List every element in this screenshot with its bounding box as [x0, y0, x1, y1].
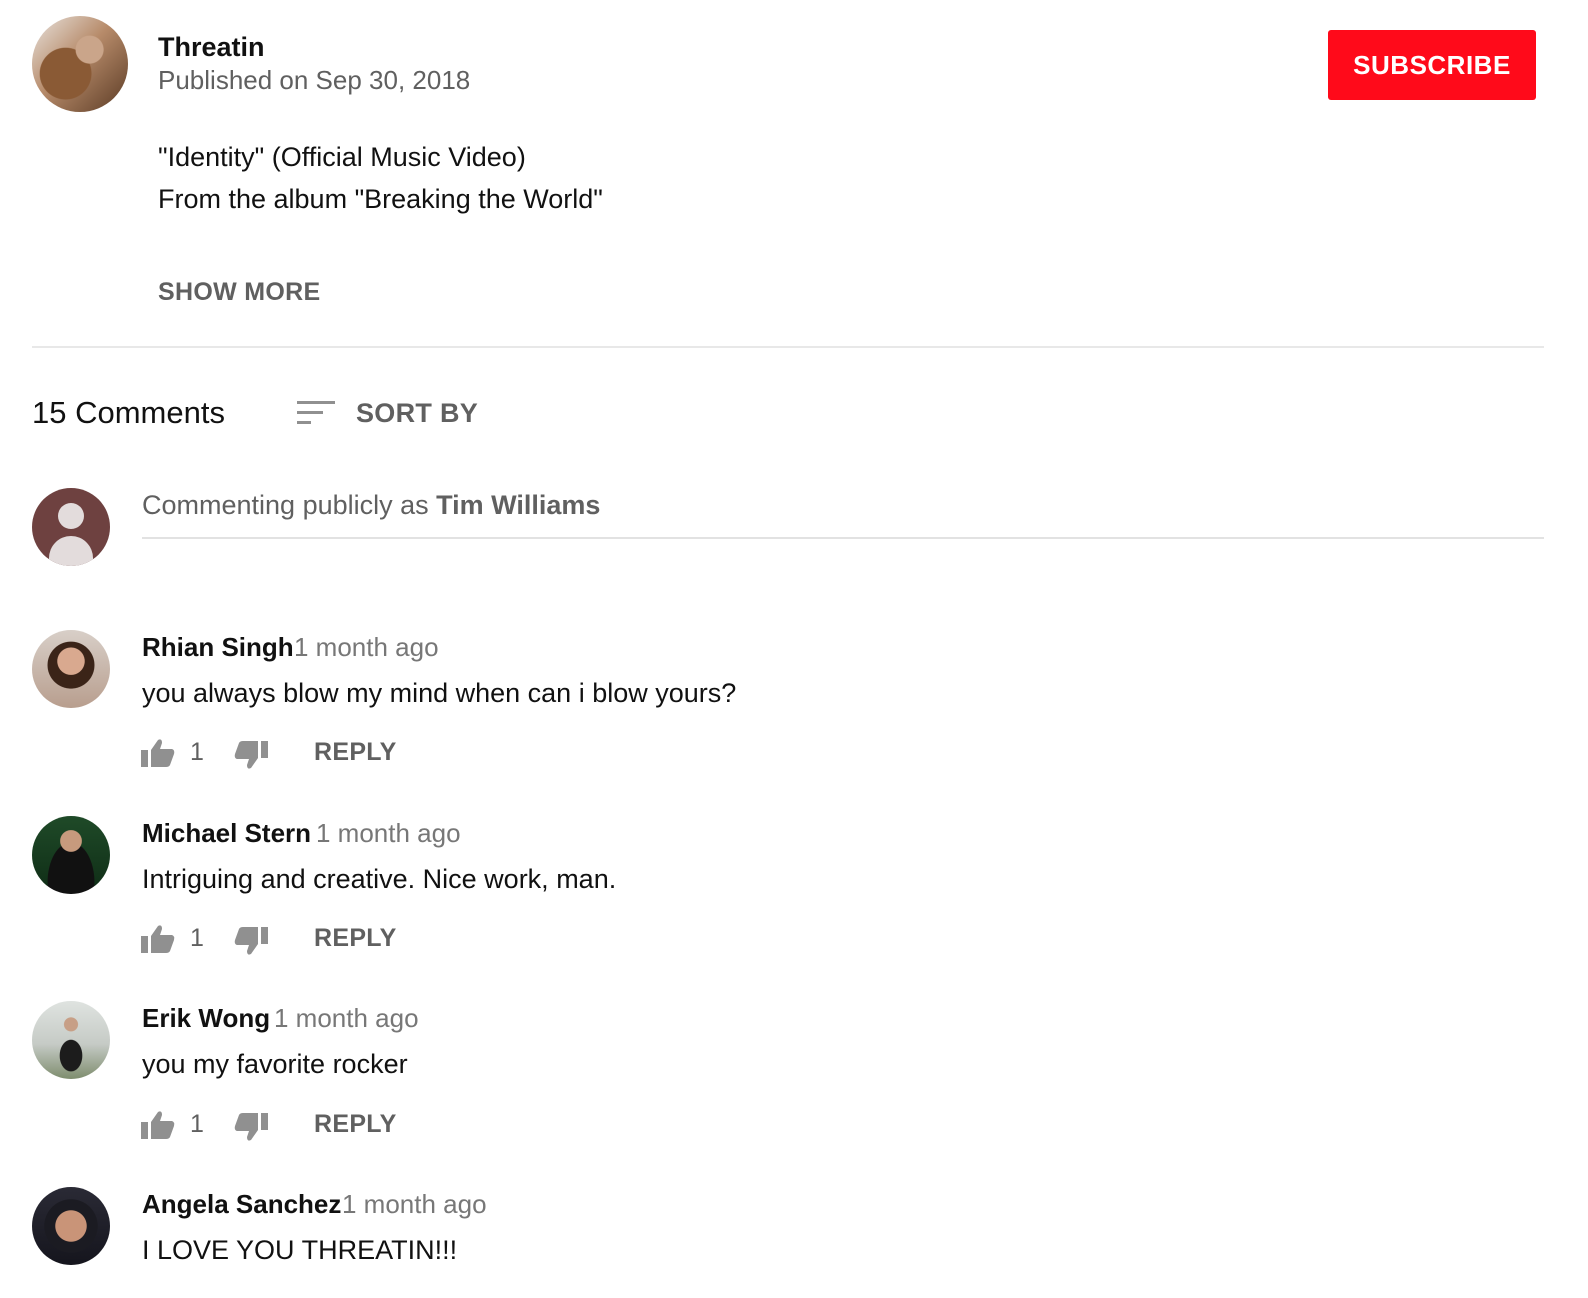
channel-avatar[interactable]	[32, 16, 128, 112]
thumbs-up-icon[interactable]	[141, 924, 175, 954]
subscribe-button[interactable]: SUBSCRIBE	[1328, 30, 1536, 100]
sort-icon[interactable]	[297, 400, 335, 426]
comment-author[interactable]: Erik Wong	[142, 1003, 270, 1034]
thumbs-up-icon[interactable]	[141, 738, 175, 768]
comment-text: you always blow my mind when can i blow …	[142, 678, 737, 708]
publish-date: Published on Sep 30, 2018	[158, 65, 471, 95]
comment-input-prefix: Commenting publicly as	[142, 490, 429, 520]
channel-name[interactable]: Threatin	[158, 32, 265, 63]
comment-time[interactable]: 1 month ago	[294, 632, 439, 663]
reply-button[interactable]: REPLY	[314, 738, 397, 767]
like-count: 1	[190, 1110, 204, 1138]
comment-author[interactable]: Rhian Singh	[142, 632, 294, 663]
like-count: 1	[190, 924, 204, 952]
thumbs-down-icon[interactable]	[234, 740, 268, 770]
thumbs-up-icon[interactable]	[141, 1110, 175, 1140]
comment-text: Intriguing and creative. Nice work, man.	[142, 864, 617, 894]
comment-author[interactable]: Angela Sanchez	[142, 1189, 341, 1220]
sort-by-button[interactable]: SORT BY	[356, 398, 478, 429]
commenter-avatar[interactable]	[32, 1187, 110, 1265]
thumbs-down-icon[interactable]	[234, 1112, 268, 1142]
comment-input[interactable]: Commenting publicly as Tim Williams	[142, 490, 600, 521]
commenter-avatar[interactable]	[32, 630, 110, 708]
comment-input-user: Tim Williams	[436, 490, 601, 520]
comment-text: you my favorite rocker	[142, 1049, 408, 1079]
reply-button[interactable]: REPLY	[314, 924, 397, 953]
commenter-avatar[interactable]	[32, 1001, 110, 1079]
comment-time[interactable]: 1 month ago	[342, 1189, 487, 1220]
description-line-2: From the album "Breaking the World"	[158, 184, 603, 214]
comment-time[interactable]: 1 month ago	[316, 818, 461, 849]
show-more-button[interactable]: SHOW MORE	[158, 278, 320, 307]
default-avatar-icon	[32, 488, 110, 566]
comment-input-underline	[142, 537, 1544, 539]
comment-count: 15 Comments	[32, 395, 225, 430]
divider	[32, 346, 1544, 348]
like-count: 1	[190, 738, 204, 766]
comment-time[interactable]: 1 month ago	[274, 1003, 419, 1034]
thumbs-down-icon[interactable]	[234, 926, 268, 956]
reply-button[interactable]: REPLY	[314, 1110, 397, 1139]
comment-author[interactable]: Michael Stern	[142, 818, 311, 849]
commenter-avatar[interactable]	[32, 816, 110, 894]
description-line-1: "Identity" (Official Music Video)	[158, 142, 526, 172]
comment-text: I LOVE YOU THREATIN!!!	[142, 1235, 458, 1265]
